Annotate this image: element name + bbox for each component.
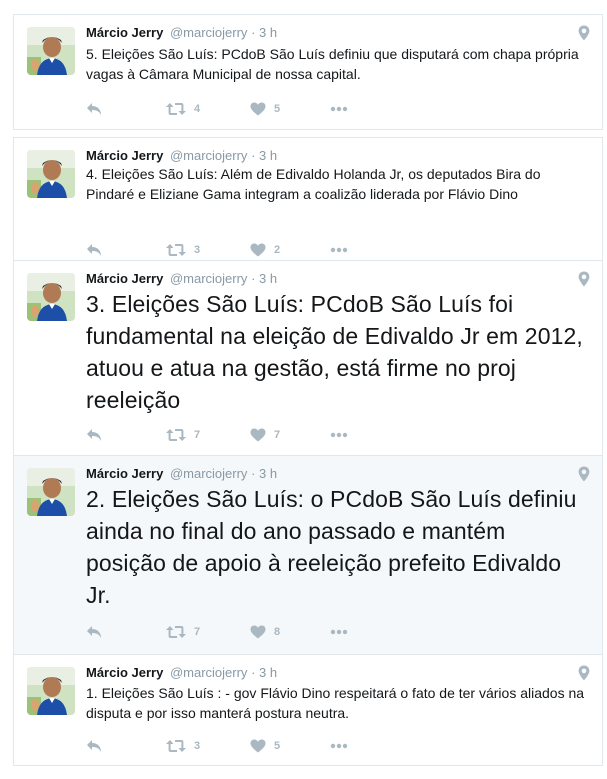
author-name[interactable]: Márcio Jerry bbox=[86, 25, 163, 40]
author-handle[interactable]: @marciojerry bbox=[170, 665, 247, 680]
retweet-button[interactable]: 3 bbox=[166, 736, 200, 756]
tweet-header: Márcio Jerry @marciojerry · 3 h bbox=[86, 148, 277, 163]
tweet[interactable]: Márcio Jerry @marciojerry · 3 h 4. Eleiç… bbox=[13, 137, 603, 261]
tweet[interactable]: Márcio Jerry @marciojerry · 3 h 2. Eleiç… bbox=[13, 455, 603, 655]
separator: · bbox=[251, 271, 256, 286]
heart-icon bbox=[250, 243, 266, 257]
reply-button[interactable] bbox=[86, 736, 102, 756]
retweet-icon bbox=[166, 102, 186, 116]
timestamp[interactable]: 3 h bbox=[259, 466, 277, 481]
heart-icon bbox=[250, 428, 266, 442]
reply-button[interactable] bbox=[86, 425, 102, 445]
avatar[interactable] bbox=[27, 150, 75, 198]
reply-button[interactable] bbox=[86, 240, 102, 260]
timestamp[interactable]: 3 h bbox=[259, 271, 277, 286]
timestamp[interactable]: 3 h bbox=[259, 148, 277, 163]
retweet-icon bbox=[166, 428, 186, 442]
author-name[interactable]: Márcio Jerry bbox=[86, 148, 163, 163]
heart-icon bbox=[250, 102, 266, 116]
like-button[interactable]: 5 bbox=[250, 99, 280, 119]
retweet-count: 3 bbox=[194, 740, 201, 752]
reply-icon bbox=[86, 625, 102, 639]
geo-pin-icon[interactable] bbox=[578, 271, 590, 287]
tweet-text: 1. Eleições São Luís : - gov Flávio Dino… bbox=[86, 685, 585, 721]
like-count: 5 bbox=[274, 103, 281, 115]
more-button[interactable] bbox=[330, 240, 348, 260]
geo-pin-icon[interactable] bbox=[578, 665, 590, 681]
tweet-text: 3. Eleições São Luís: PCdoB São Luís foi… bbox=[86, 291, 583, 413]
author-name[interactable]: Márcio Jerry bbox=[86, 665, 163, 680]
like-count: 5 bbox=[274, 740, 281, 752]
timestamp[interactable]: 3 h bbox=[259, 25, 277, 40]
tweet[interactable]: Márcio Jerry @marciojerry · 3 h 1. Eleiç… bbox=[13, 654, 603, 766]
more-button[interactable] bbox=[330, 425, 348, 445]
tweet-header: Márcio Jerry @marciojerry · 3 h bbox=[86, 466, 277, 481]
separator: · bbox=[251, 148, 256, 163]
more-button[interactable] bbox=[330, 99, 348, 119]
author-handle[interactable]: @marciojerry bbox=[170, 466, 247, 481]
more-icon bbox=[330, 106, 348, 112]
more-icon bbox=[330, 247, 348, 253]
heart-icon bbox=[250, 739, 266, 753]
timestamp[interactable]: 3 h bbox=[259, 665, 277, 680]
geo-pin-icon[interactable] bbox=[578, 466, 590, 482]
more-icon bbox=[330, 629, 348, 635]
like-button[interactable]: 2 bbox=[250, 240, 280, 260]
tweet-text: 4. Eleições São Luís: Além de Edivaldo H… bbox=[86, 166, 541, 202]
author-handle[interactable]: @marciojerry bbox=[170, 271, 247, 286]
reply-icon bbox=[86, 243, 102, 257]
separator: · bbox=[251, 466, 256, 481]
separator: · bbox=[251, 665, 256, 680]
tweet-header: Márcio Jerry @marciojerry · 3 h bbox=[86, 271, 277, 286]
author-name[interactable]: Márcio Jerry bbox=[86, 466, 163, 481]
like-button[interactable]: 8 bbox=[250, 622, 280, 642]
avatar[interactable] bbox=[27, 468, 75, 516]
tweet-header: Márcio Jerry @marciojerry · 3 h bbox=[86, 25, 277, 40]
tweet[interactable]: Márcio Jerry @marciojerry · 3 h 5. Eleiç… bbox=[13, 14, 603, 130]
reply-button[interactable] bbox=[86, 622, 102, 642]
like-button[interactable]: 7 bbox=[250, 425, 280, 445]
like-button[interactable]: 5 bbox=[250, 736, 280, 756]
more-button[interactable] bbox=[330, 736, 348, 756]
avatar[interactable] bbox=[27, 667, 75, 715]
retweet-icon bbox=[166, 739, 186, 753]
tweet[interactable]: Márcio Jerry @marciojerry · 3 h 3. Eleiç… bbox=[13, 260, 603, 456]
author-handle[interactable]: @marciojerry bbox=[170, 148, 247, 163]
separator: · bbox=[251, 25, 256, 40]
retweet-icon bbox=[166, 625, 186, 639]
like-count: 2 bbox=[274, 244, 281, 256]
retweet-count: 4 bbox=[194, 103, 201, 115]
reply-icon bbox=[86, 102, 102, 116]
avatar[interactable] bbox=[27, 27, 75, 75]
tweet-header: Márcio Jerry @marciojerry · 3 h bbox=[86, 665, 277, 680]
retweet-button[interactable]: 4 bbox=[166, 99, 200, 119]
retweet-icon bbox=[166, 243, 186, 257]
more-icon bbox=[330, 432, 348, 438]
heart-icon bbox=[250, 625, 266, 639]
reply-icon bbox=[86, 428, 102, 442]
geo-pin-icon[interactable] bbox=[578, 25, 590, 41]
tweet-text: 2. Eleições São Luís: o PCdoB São Luís d… bbox=[86, 486, 577, 608]
author-name[interactable]: Márcio Jerry bbox=[86, 271, 163, 286]
retweet-button[interactable]: 7 bbox=[166, 425, 200, 445]
reply-button[interactable] bbox=[86, 99, 102, 119]
retweet-button[interactable]: 7 bbox=[166, 622, 200, 642]
more-button[interactable] bbox=[330, 622, 348, 642]
like-count: 7 bbox=[274, 429, 281, 441]
like-count: 8 bbox=[274, 626, 281, 638]
author-handle[interactable]: @marciojerry bbox=[170, 25, 247, 40]
avatar[interactable] bbox=[27, 273, 75, 321]
retweet-count: 7 bbox=[194, 626, 201, 638]
reply-icon bbox=[86, 739, 102, 753]
tweet-text: 5. Eleições São Luís: PCdoB São Luís def… bbox=[86, 46, 579, 82]
retweet-button[interactable]: 3 bbox=[166, 240, 200, 260]
retweet-count: 3 bbox=[194, 244, 201, 256]
retweet-count: 7 bbox=[194, 429, 201, 441]
more-icon bbox=[330, 743, 348, 749]
